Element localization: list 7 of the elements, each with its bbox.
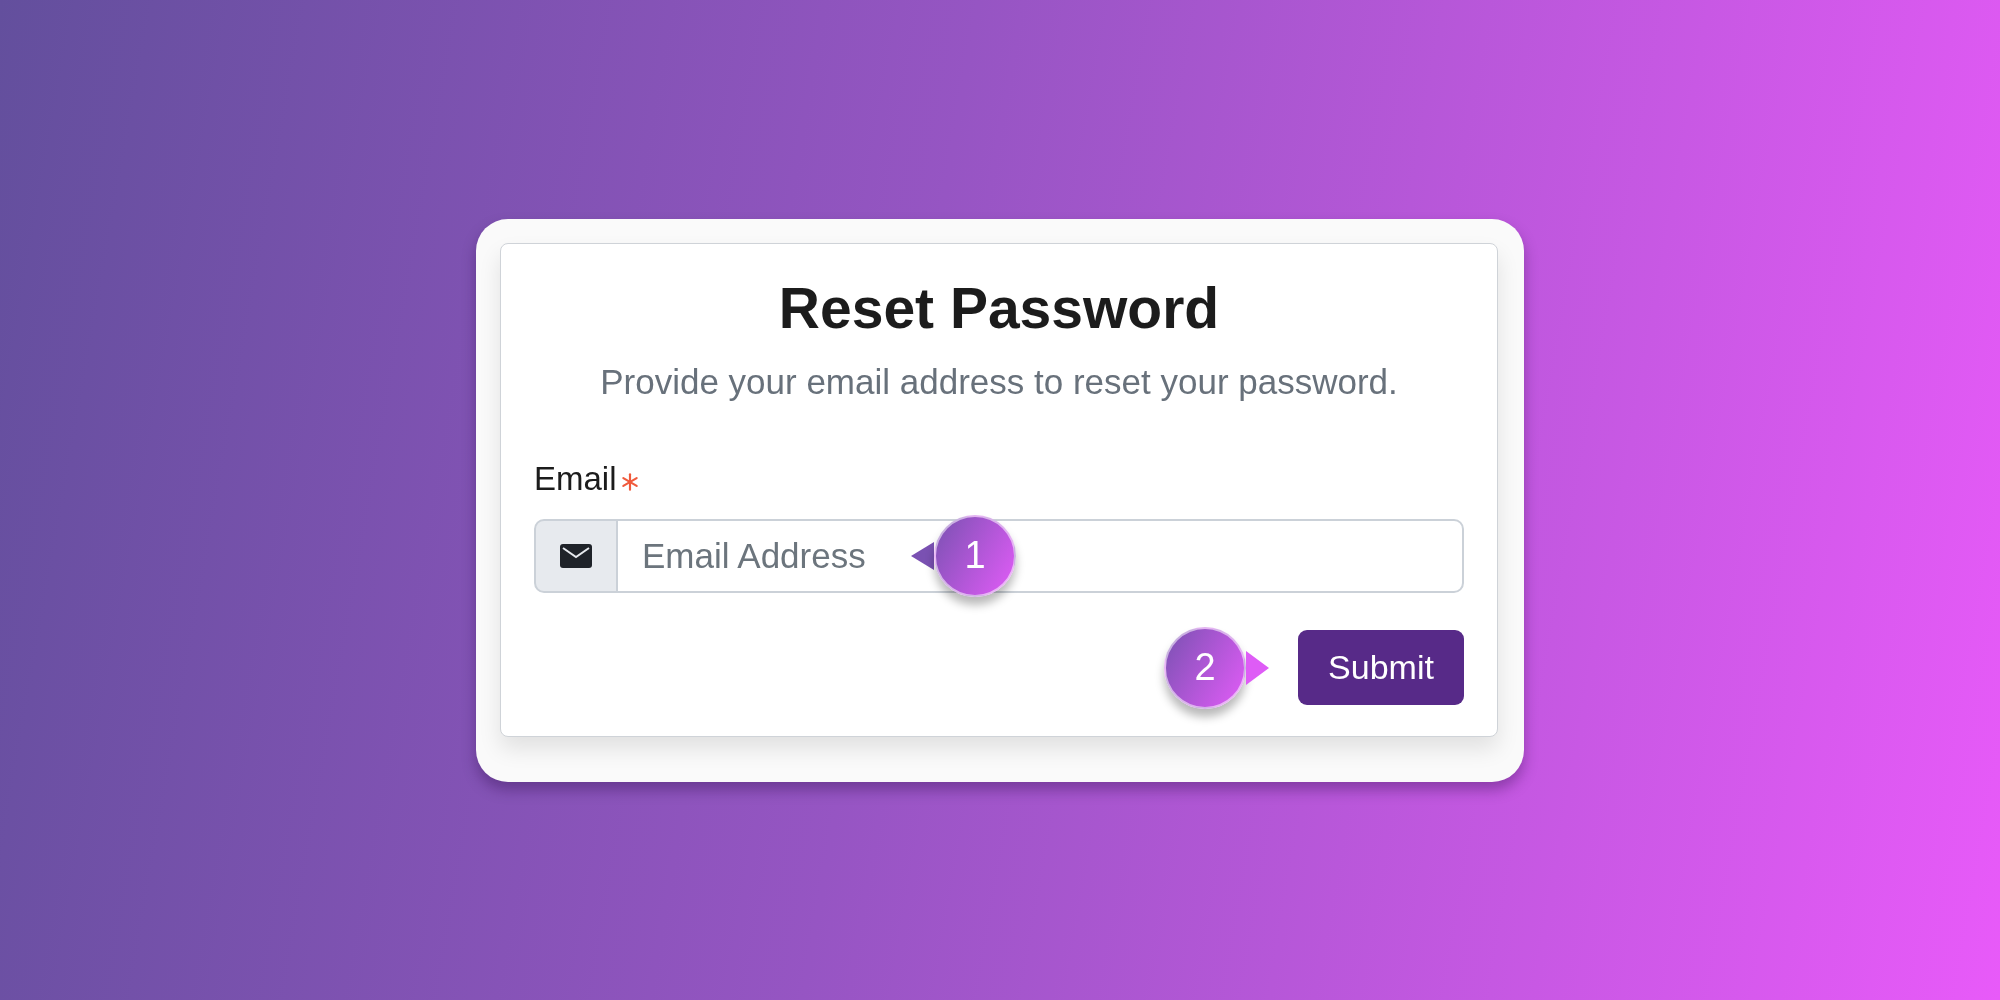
field-label: Email [534,460,617,497]
step-number-badge: 2 [1164,626,1246,709]
form-subtitle: Provide your email address to reset your password. [599,361,1399,402]
form-title: Reset Password [777,275,1221,341]
triangle-pointer-icon [1246,650,1269,685]
submit-button[interactable]: Submit [1298,630,1464,705]
envelope-icon [560,543,592,568]
